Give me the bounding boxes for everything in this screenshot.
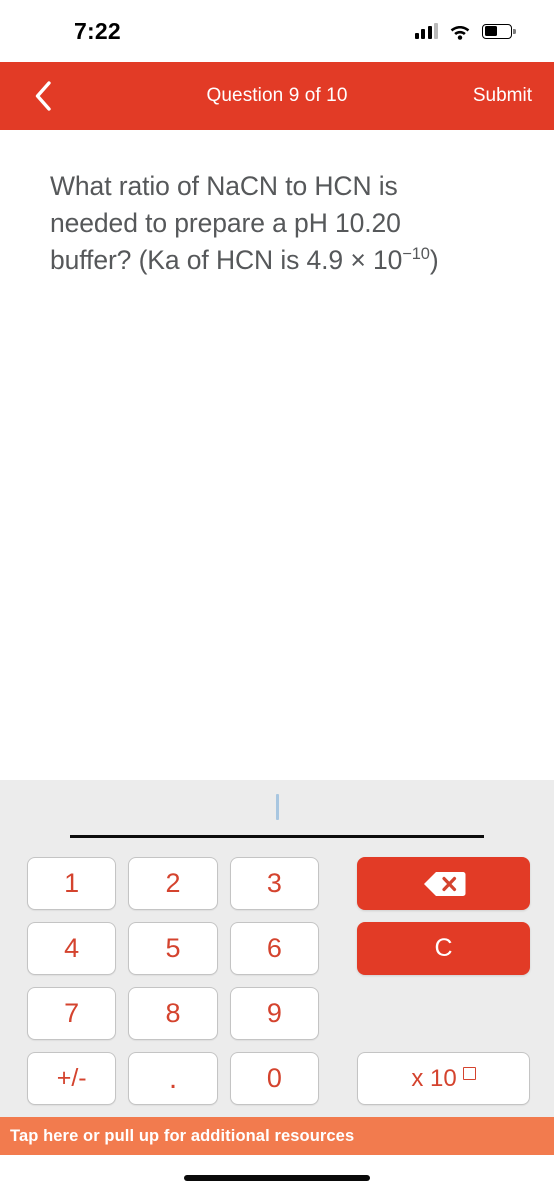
- key-9[interactable]: 9: [229, 987, 319, 1040]
- key-plus-minus[interactable]: +/-: [27, 1052, 117, 1105]
- status-bar: 7:22: [0, 0, 554, 62]
- key-7[interactable]: 7: [27, 987, 117, 1040]
- keypad: 1 2 3 4 5 6 7 8 9 +/- . 0 C x 10: [0, 838, 554, 1117]
- quiz-question-screen: 7:22 Question 9 of 10 Submit What ratio …: [0, 0, 554, 1200]
- key-0[interactable]: 0: [229, 1052, 319, 1105]
- key-decimal-point[interactable]: .: [128, 1052, 218, 1105]
- key-8[interactable]: 8: [128, 987, 218, 1040]
- additional-resources-label: Tap here or pull up for additional resou…: [10, 1126, 355, 1145]
- keypad-panel: 1 2 3 4 5 6 7 8 9 +/- . 0 C x 10: [0, 780, 554, 1117]
- backspace-button[interactable]: [357, 857, 530, 910]
- question-line-3-suffix: ): [429, 245, 439, 276]
- status-indicators: [414, 23, 516, 40]
- key-4[interactable]: 4: [27, 922, 117, 975]
- status-time: 7:22: [74, 17, 121, 44]
- key-6[interactable]: 6: [229, 922, 319, 975]
- back-button[interactable]: [22, 75, 64, 117]
- wifi-icon: [450, 25, 470, 40]
- submit-button[interactable]: Submit: [473, 85, 532, 107]
- page-title: Question 9 of 10: [206, 85, 348, 106]
- key-1[interactable]: 1: [27, 857, 117, 910]
- home-indicator[interactable]: [184, 1174, 370, 1181]
- backspace-delete-icon: [423, 871, 465, 896]
- exponent-button-label: x 10: [411, 1064, 457, 1092]
- answer-input-underline: [70, 780, 484, 838]
- navigation-header: Question 9 of 10 Submit: [0, 62, 554, 130]
- keypad-digits: 1 2 3 4 5 6 7 8 9 +/- . 0: [27, 857, 319, 1105]
- question-line-2: needed to prepare a pH 10.20: [50, 208, 401, 239]
- text-caret: [275, 793, 279, 820]
- keypad-actions: C x 10: [337, 857, 530, 1105]
- exponent-placeholder-box-icon: [462, 1066, 476, 1080]
- question-line-3-prefix: buffer? (Ka of HCN is 4.9 × 10: [50, 245, 403, 276]
- question-exponent: −10: [402, 245, 430, 264]
- question-area: What ratio of NaCN to HCN is needed to p…: [0, 130, 554, 780]
- exponent-button[interactable]: x 10: [357, 1052, 530, 1105]
- question-text: What ratio of NaCN to HCN is needed to p…: [50, 168, 508, 279]
- home-indicator-area: [0, 1155, 554, 1200]
- cellular-signal-icon: [414, 23, 438, 39]
- key-2[interactable]: 2: [128, 857, 218, 910]
- key-5[interactable]: 5: [128, 922, 218, 975]
- clear-button[interactable]: C: [357, 922, 530, 975]
- answer-input-field[interactable]: [0, 780, 554, 838]
- back-chevron-icon: [35, 81, 51, 111]
- battery-icon: [482, 23, 516, 39]
- question-line-1: What ratio of NaCN to HCN is: [50, 171, 398, 201]
- key-3[interactable]: 3: [229, 857, 319, 910]
- additional-resources-bar[interactable]: Tap here or pull up for additional resou…: [0, 1117, 554, 1155]
